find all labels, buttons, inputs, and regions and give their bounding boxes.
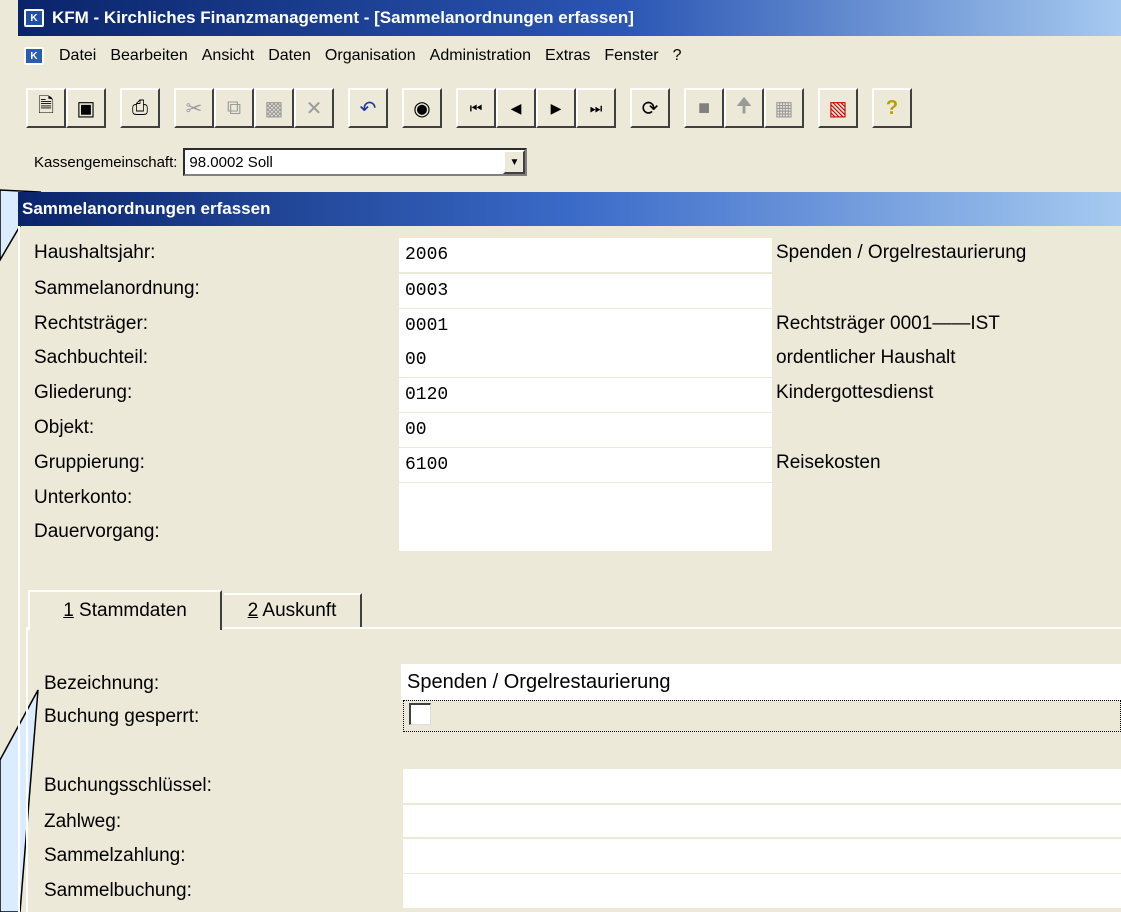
menu-fenster[interactable]: Fenster [597,47,665,65]
buchung-gesperrt-focus [403,700,1121,732]
tree-icon[interactable]: ▦ [764,88,804,128]
toolbar: 🗎 ▣ ⎙ ✂ ⧉ ▩ ✕ ↶ ◉ ⏮ ◀ ▶ ⏭ ⟳ ■ 🠉 ▦ ▧ ? [18,78,1121,138]
menu-daten[interactable]: Daten [261,47,318,65]
help-icon[interactable]: ? [872,88,912,128]
up-arrow-icon[interactable]: 🠉 [724,88,764,128]
label-gruppierung: Gruppierung: [34,452,145,473]
form-title-bar: Sammelanordnungen erfassen [18,192,1121,226]
gruppierung-description: Reisekosten [776,452,881,473]
tab-auskunft-label: Auskunft [258,600,337,621]
menu-bearbeiten[interactable]: Bearbeiten [103,47,194,65]
label-zahlweg: Zahlweg: [44,811,122,832]
gliederung-description: Kindergottesdienst [776,382,934,403]
kassengemeinschaft-value: 98.0002 Soll [189,153,273,171]
delete-icon[interactable]: ✕ [294,88,334,128]
next-record-icon[interactable]: ▶ [536,88,576,128]
label-buchungsschluessel: Buchungsschlüssel: [44,775,212,796]
form-title: Sammelanordnungen erfassen [22,199,271,218]
menu-bar: K Datei Bearbeiten Ansicht Daten Organis… [18,36,1121,76]
first-record-icon[interactable]: ⏮ [456,88,496,128]
zahlweg-field[interactable] [403,805,1121,837]
tab-stammdaten-label: Stammdaten [73,600,187,621]
last-record-icon[interactable]: ⏭ [576,88,616,128]
unterkonto-field[interactable] [399,483,772,517]
haushaltsjahr-description: Spenden / Orgelrestaurierung [776,242,1027,263]
menu-organisation[interactable]: Organisation [318,47,423,65]
haushaltsjahr-field[interactable]: 2006 [399,238,772,272]
dauervorgang-field[interactable] [399,517,772,551]
report-icon[interactable]: ▧ [818,88,858,128]
buchungsschluessel-field[interactable] [403,769,1121,803]
tab-stammdaten-number: 1 [63,600,74,621]
sachbuchteil-field[interactable]: 00 [399,343,772,377]
label-rechtstraeger: Rechtsträger: [34,313,149,334]
menu-datei[interactable]: Datei [52,47,103,65]
kassengemeinschaft-row: Kassengemeinschaft: 98.0002 Soll ▼ [18,140,1121,184]
label-buchung-gesperrt: Buchung gesperrt: [44,706,200,727]
label-gliederung: Gliederung: [34,382,133,403]
label-sammelanordnung: Sammelanordnung: [34,278,200,299]
menu-administration[interactable]: Administration [423,47,538,65]
label-sachbuchteil: Sachbuchteil: [34,347,149,368]
find-icon[interactable]: ◉ [402,88,442,128]
sammelanordnung-field[interactable]: 0003 [399,274,772,308]
paste-icon[interactable]: ▩ [254,88,294,128]
buchung-gesperrt-checkbox[interactable] [409,703,431,725]
document-icon[interactable]: K [24,47,44,65]
label-sammelzahlung: Sammelzahlung: [44,845,186,866]
new-icon[interactable]: 🗎 [26,88,66,128]
window-title: KFM - Kirchliches Finanzmanagement - [Sa… [52,8,634,27]
chevron-down-icon[interactable]: ▼ [503,150,526,174]
kassengemeinschaft-combo[interactable]: 98.0002 Soll ▼ [183,148,528,176]
refresh-icon[interactable]: ⟳ [630,88,670,128]
gliederung-field[interactable]: 0120 [399,378,772,412]
label-unterkonto: Unterkonto: [34,487,133,508]
bezeichnung-field[interactable]: Spenden / Orgelrestaurierung [401,664,1121,700]
tab-auskunft[interactable]: 2 Auskunft [224,593,362,627]
gruppierung-field[interactable]: 6100 [399,448,772,482]
tab-auskunft-number: 2 [247,600,259,621]
sachbuchteil-description: ordentlicher Haushalt [776,347,956,368]
cut-icon[interactable]: ✂ [174,88,214,128]
copy-icon[interactable]: ⧉ [214,88,254,128]
rechtstraeger-field[interactable]: 0001 [399,309,772,343]
menu-ansicht[interactable]: Ansicht [195,47,261,65]
menu-extras[interactable]: Extras [538,47,597,65]
undo-icon[interactable]: ↶ [348,88,388,128]
label-sammelbuchung: Sammelbuchung: [44,880,192,901]
sammelbuchung-field[interactable] [403,874,1121,908]
stop-icon[interactable]: ■ [684,88,724,128]
kassengemeinschaft-label: Kassengemeinschaft: [34,153,178,171]
label-dauervorgang: Dauervorgang: [34,521,160,542]
menu-help[interactable]: ? [666,47,689,65]
label-bezeichnung: Bezeichnung: [44,673,160,694]
save-icon[interactable]: ▣ [66,88,106,128]
objekt-field[interactable]: 00 [399,413,772,447]
print-icon[interactable]: ⎙ [120,88,160,128]
tab-stammdaten[interactable]: 1 Stammdaten [28,590,222,630]
label-haushaltsjahr: Haushaltsjahr: [34,242,156,263]
window-title-bar[interactable]: K KFM - Kirchliches Finanzmanagement - [… [18,0,1121,36]
app-icon: K [24,9,44,27]
label-objekt: Objekt: [34,417,95,438]
sammelzahlung-field[interactable] [403,839,1121,873]
rechtstraeger-description: Rechtsträger 0001——IST [776,313,1000,334]
previous-record-icon[interactable]: ◀ [496,88,536,128]
